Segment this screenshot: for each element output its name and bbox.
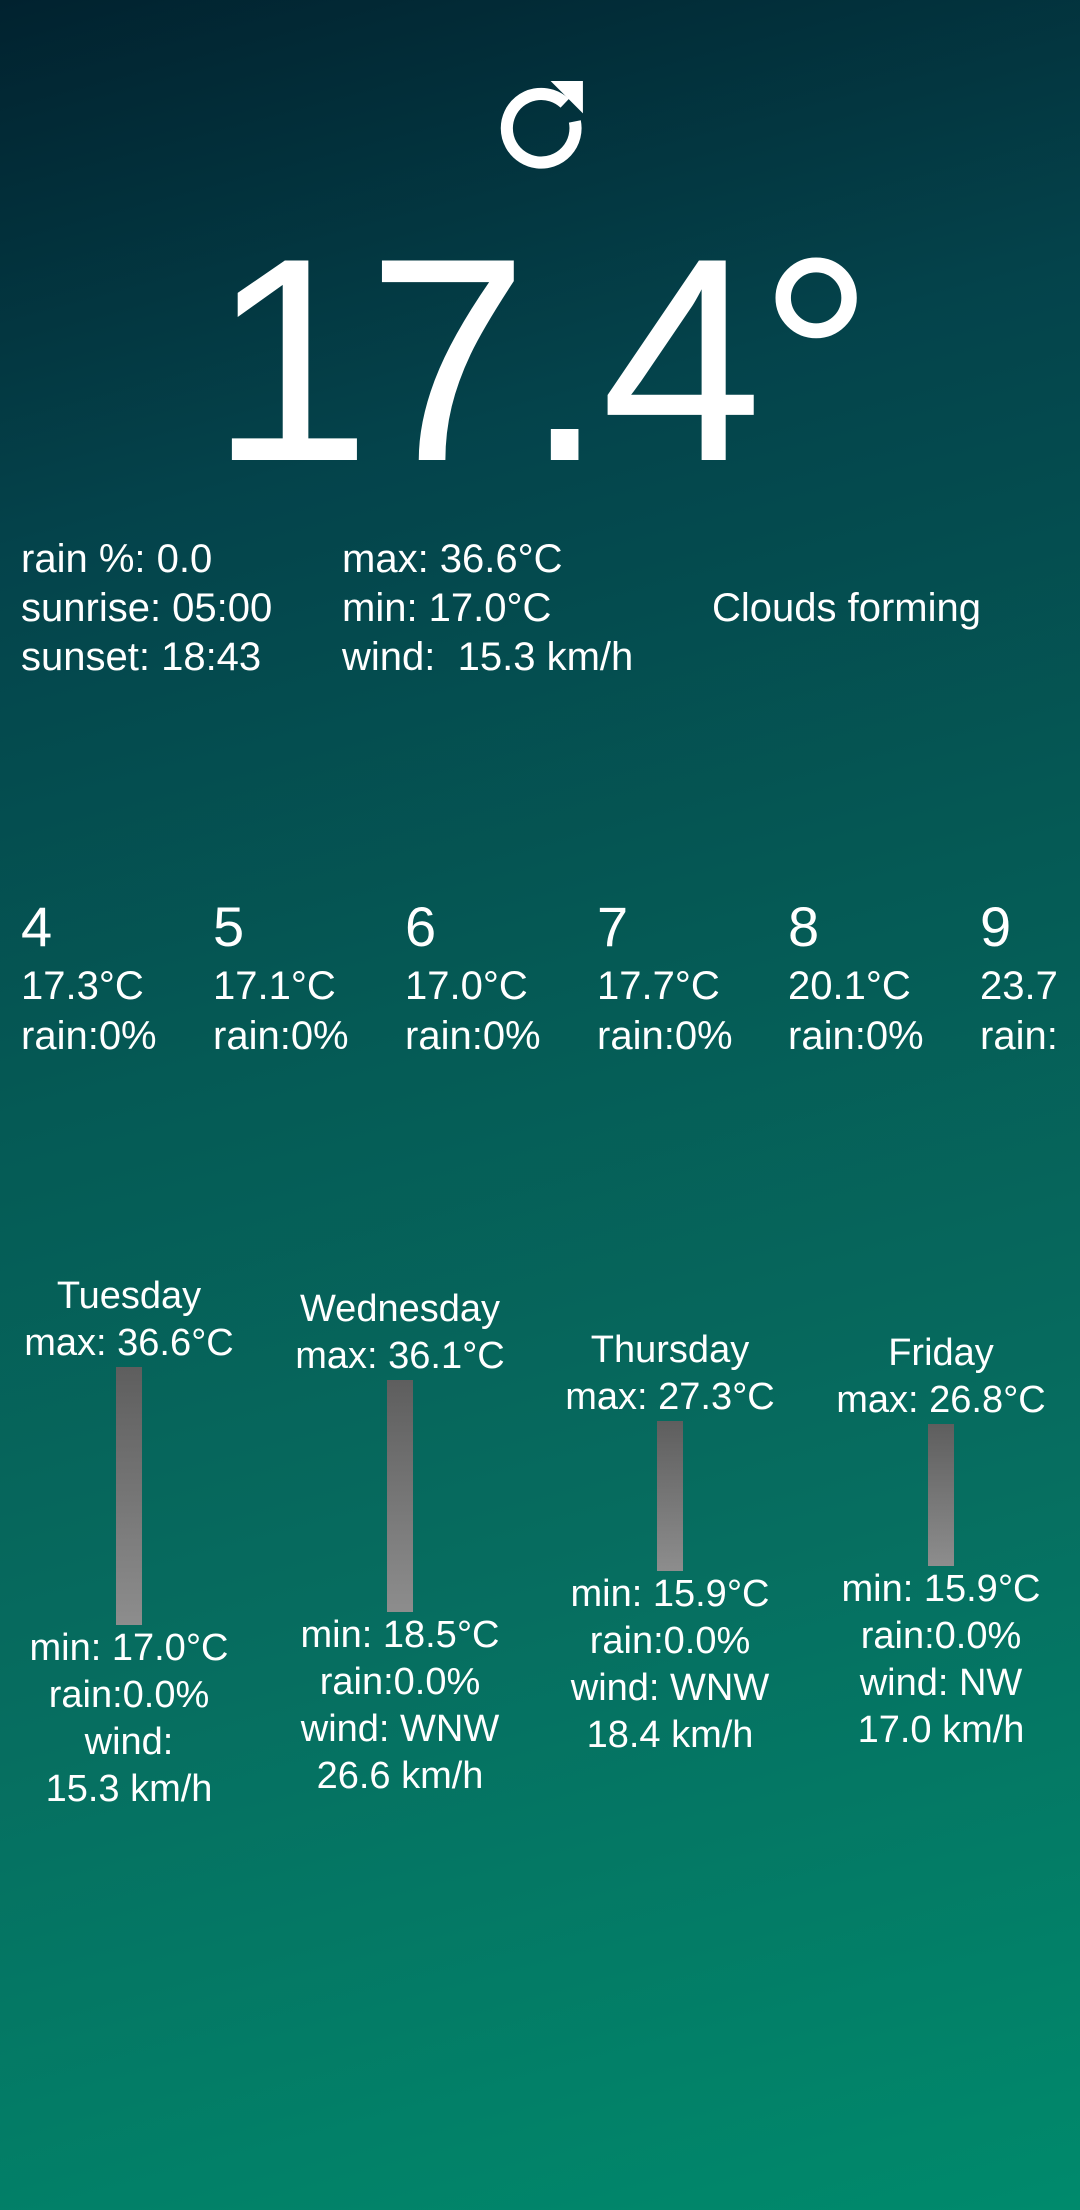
hour-label: 7 (597, 895, 629, 958)
hourly-item: 7 17.7°C rain:0% (597, 893, 787, 1061)
daily-item: Wednesday max: 36.1°C min: 18.5°C rain:0… (265, 1286, 535, 1800)
hour-label: 4 (21, 895, 53, 958)
hourly-item: 5 17.1°C rain:0% (213, 893, 403, 1061)
wind-speed: wind: 15.3 km/h (342, 635, 634, 679)
day-min: min: 15.9°C (841, 1568, 1041, 1610)
day-wind: wind: WNW (570, 1667, 770, 1709)
max-temperature: max: 36.6°C (342, 537, 563, 581)
sunset-time: sunset: 18:43 (21, 635, 262, 679)
day-rain: rain:0.0% (48, 1674, 210, 1716)
weather-condition: Clouds forming (712, 586, 982, 630)
hour-rain: rain:0% (597, 1014, 733, 1058)
day-rain: rain:0.0% (860, 1615, 1022, 1657)
day-wind: wind: (84, 1721, 174, 1763)
day-name: Friday (888, 1332, 994, 1374)
day-wind-speed: 26.6 km/h (316, 1755, 484, 1797)
hour-temperature: 17.7°C (597, 964, 720, 1008)
day-wind-speed: 17.0 km/h (857, 1709, 1025, 1751)
day-max: max: 36.1°C (295, 1335, 505, 1377)
hourly-item: 9 23.7 rain: (980, 893, 1080, 1061)
day-max: max: 27.3°C (565, 1376, 775, 1418)
hour-rain: rain:0% (213, 1014, 349, 1058)
day-max: max: 36.6°C (24, 1322, 234, 1364)
temperature-range-bar (657, 1421, 683, 1571)
hour-label: 5 (213, 895, 245, 958)
hour-label: 8 (788, 895, 820, 958)
hour-rain: rain:0% (21, 1014, 157, 1058)
day-min: min: 18.5°C (300, 1614, 500, 1656)
temperature-range-bar (116, 1367, 142, 1625)
sunrise-time: sunrise: 05:00 (21, 586, 273, 630)
hour-rain: rain: (980, 1014, 1058, 1058)
day-rain: rain:0.0% (589, 1620, 751, 1662)
hour-temperature: 23.7 (980, 964, 1058, 1008)
day-wind-speed: 18.4 km/h (586, 1714, 754, 1756)
hourly-item: 6 17.0°C rain:0% (405, 893, 595, 1061)
day-wind: wind: WNW (300, 1708, 500, 1750)
day-name: Thursday (590, 1329, 750, 1371)
hourly-forecast[interactable]: 4 17.3°C rain:0% 5 17.1°C rain:0% 6 17.0… (0, 893, 1080, 1073)
temperature-range-bar (387, 1380, 413, 1612)
daily-item: Friday max: 26.8°C min: 15.9°C rain:0.0%… (806, 1330, 1076, 1754)
hour-temperature: 20.1°C (788, 964, 911, 1008)
day-name: Wednesday (300, 1288, 500, 1330)
hour-temperature: 17.0°C (405, 964, 528, 1008)
temperature-range-bar (928, 1424, 954, 1566)
day-min: min: 17.0°C (29, 1627, 229, 1669)
hour-temperature: 17.3°C (21, 964, 144, 1008)
min-temperature: min: 17.0°C (342, 586, 552, 630)
day-wind-speed: 15.3 km/h (45, 1768, 213, 1810)
day-name: Tuesday (56, 1275, 202, 1317)
hourly-item: 8 20.1°C rain:0% (788, 893, 978, 1061)
day-wind: wind: NW (859, 1662, 1023, 1704)
current-temperature: 17.4° (209, 198, 874, 522)
current-stats-left: rain %: 0.0 sunrise: 05:00 sunset: 18:43 (21, 535, 272, 682)
hour-temperature: 17.1°C (213, 964, 336, 1008)
hour-rain: rain:0% (405, 1014, 541, 1058)
day-rain: rain:0.0% (319, 1661, 481, 1703)
daily-item: Thursday max: 27.3°C min: 15.9°C rain:0.… (535, 1327, 805, 1759)
refresh-button[interactable] (490, 77, 591, 178)
day-min: min: 15.9°C (570, 1573, 770, 1615)
hour-label: 9 (980, 895, 1012, 958)
hourly-item: 4 17.3°C rain:0% (21, 893, 211, 1061)
daily-item: Tuesday max: 36.6°C min: 17.0°C rain:0.0… (0, 1273, 264, 1813)
hour-label: 6 (405, 895, 437, 958)
hour-rain: rain:0% (788, 1014, 924, 1058)
current-stats-middle: max: 36.6°C min: 17.0°C wind: 15.3 km/h (342, 535, 633, 682)
rain-percent: rain %: 0.0 (21, 537, 213, 581)
refresh-icon (500, 81, 583, 169)
day-max: max: 26.8°C (836, 1379, 1046, 1421)
